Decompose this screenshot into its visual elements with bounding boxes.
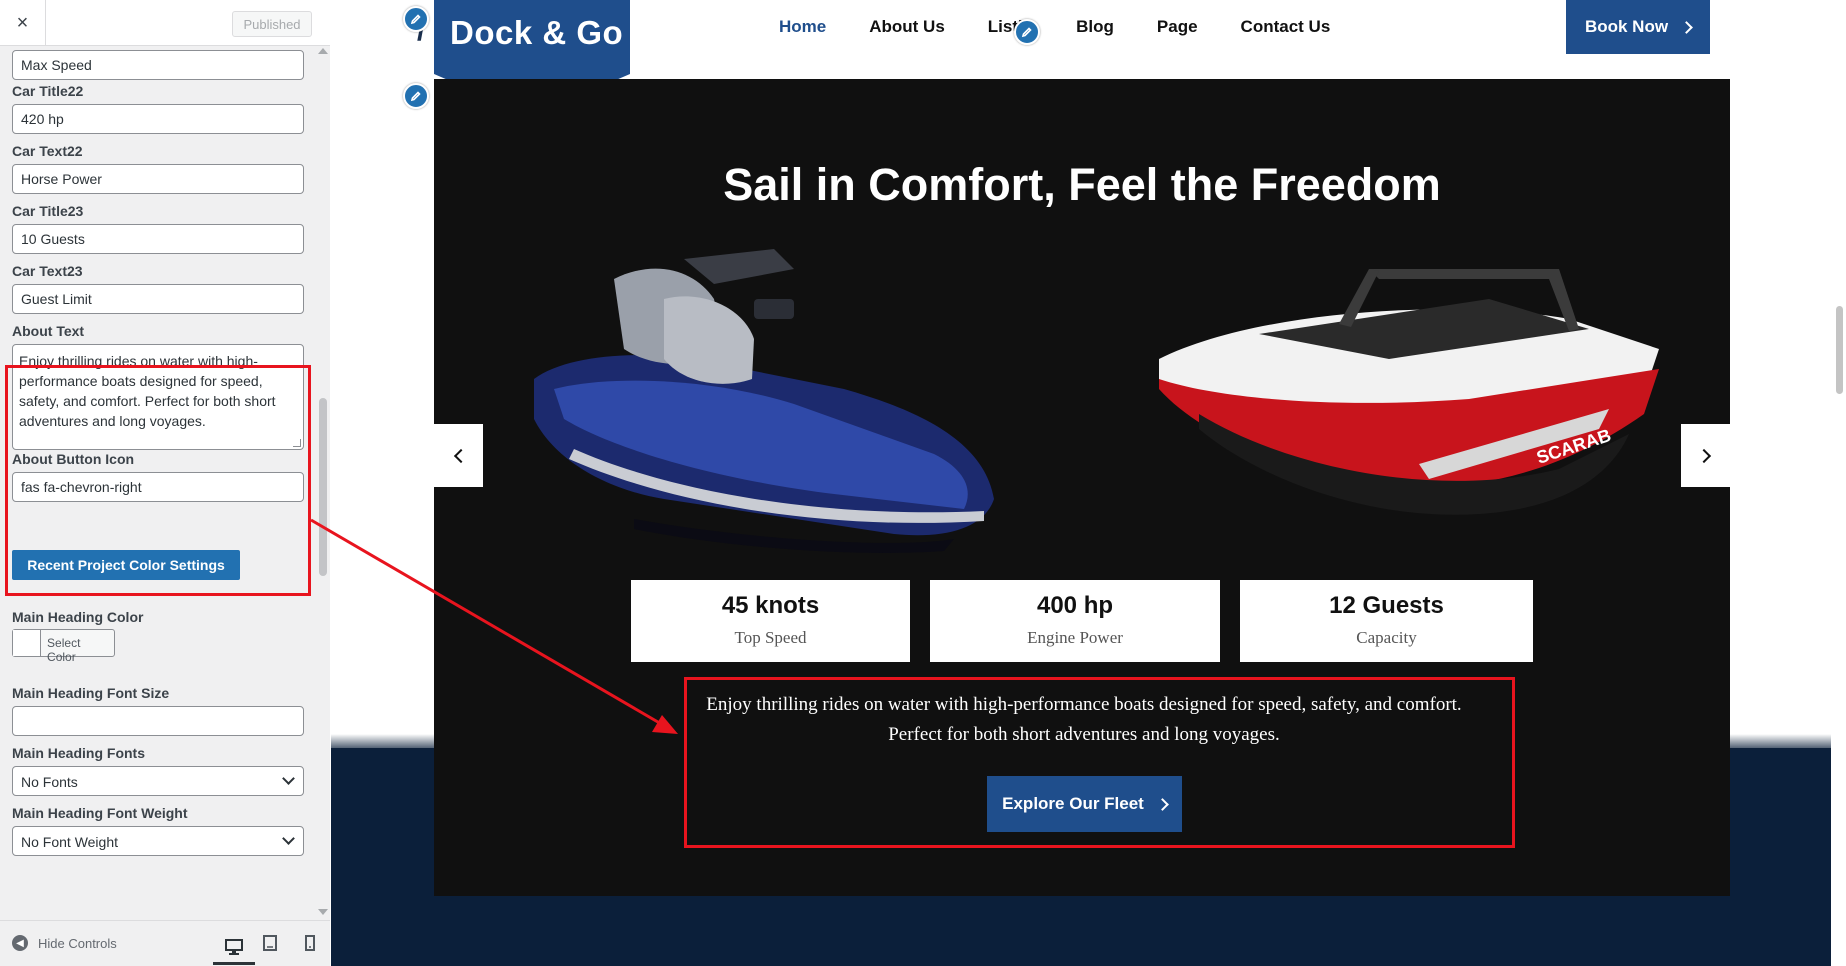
slider-prev-button[interactable] xyxy=(434,424,483,487)
edit-shortcut-pencil-icon[interactable] xyxy=(1014,19,1040,45)
select-color-label: Select Color xyxy=(47,636,81,664)
preview-scroll-thumb[interactable] xyxy=(1836,306,1843,394)
slider-next-button[interactable] xyxy=(1681,424,1730,487)
nav-home[interactable]: Home xyxy=(779,17,826,37)
car-text23-label: Car Text23 xyxy=(12,263,83,279)
stat-card: 400 hp Engine Power xyxy=(930,580,1220,662)
stat-value: 400 hp xyxy=(1036,592,1114,619)
customizer-footer: ◀ Hide Controls xyxy=(0,920,330,966)
nav-contact-us[interactable]: Contact Us xyxy=(1241,17,1331,37)
annotation-highlight-box xyxy=(5,365,311,596)
main-heading-color-label: Main Heading Color xyxy=(12,609,144,625)
scroll-up-arrow-icon[interactable] xyxy=(318,48,328,54)
car-title22-field[interactable] xyxy=(12,104,304,134)
hide-controls-label: Hide Controls xyxy=(38,935,117,951)
collapse-icon: ◀ xyxy=(12,935,28,951)
book-now-label: Book Now xyxy=(1584,17,1669,36)
close-icon[interactable]: × xyxy=(0,0,46,46)
color-picker-button[interactable]: Select Color xyxy=(12,629,115,664)
tablet-preview-icon[interactable] xyxy=(256,931,284,955)
main-heading-fonts-select[interactable]: No Fonts xyxy=(12,766,304,796)
scroll-down-arrow-icon[interactable] xyxy=(318,909,328,915)
speed-boat-image: SCARAB xyxy=(1159,269,1659,515)
stat-label: Capacity xyxy=(1356,628,1417,647)
site-logo[interactable]: Dock & Go xyxy=(450,14,623,52)
car-text22-field[interactable] xyxy=(12,164,304,194)
main-heading-font-weight-label: Main Heading Font Weight xyxy=(12,805,188,821)
sidebar-scroll-thumb[interactable] xyxy=(319,398,327,576)
car-title23-field[interactable] xyxy=(12,224,304,254)
chevron-right-icon xyxy=(1696,448,1711,463)
edit-shortcut-pencil-icon[interactable] xyxy=(403,6,429,32)
customizer-header: × Published xyxy=(0,0,330,46)
chevron-left-icon xyxy=(453,448,468,463)
max-speed-field[interactable] xyxy=(12,50,304,80)
car-text22-label: Car Text22 xyxy=(12,143,83,159)
color-swatch[interactable] xyxy=(13,630,42,656)
stat-card: 45 knots Top Speed xyxy=(631,580,910,662)
main-navigation: Home About Us Listin Blog Page Contact U… xyxy=(779,17,1373,37)
stat-value: 45 knots xyxy=(721,592,820,619)
nav-page[interactable]: Page xyxy=(1157,17,1198,37)
main-heading-font-size-field[interactable] xyxy=(12,706,304,736)
edit-shortcut-pencil-icon[interactable] xyxy=(403,83,429,109)
nav-about-us[interactable]: About Us xyxy=(869,17,945,37)
car-title22-label: Car Title22 xyxy=(12,83,84,99)
main-heading-fonts-label: Main Heading Fonts xyxy=(12,745,145,761)
chevron-right-icon xyxy=(1680,20,1693,34)
stat-label: Engine Power xyxy=(1027,628,1123,647)
car-text23-field[interactable] xyxy=(12,284,304,314)
hero-heading: Sail in Comfort, Feel the Freedom xyxy=(723,159,1441,210)
stat-label: Top Speed xyxy=(734,628,807,647)
main-heading-font-size-label: Main Heading Font Size xyxy=(12,685,170,701)
about-text-label: About Text xyxy=(12,323,85,339)
hide-controls-button[interactable]: ◀ Hide Controls xyxy=(12,935,117,951)
book-now-button[interactable]: Book Now xyxy=(1566,0,1710,54)
stat-value: 12 Guests xyxy=(1329,592,1444,619)
desktop-preview-icon[interactable] xyxy=(213,931,255,965)
jet-ski-image xyxy=(534,249,994,553)
main-heading-fonts-value: No Fonts xyxy=(21,774,78,790)
chevron-down-icon xyxy=(282,832,295,845)
stat-card: 12 Guests Capacity xyxy=(1240,580,1533,662)
main-heading-font-weight-select[interactable]: No Font Weight xyxy=(12,826,304,856)
annotation-highlight-box xyxy=(684,677,1515,848)
nav-blog[interactable]: Blog xyxy=(1076,17,1114,37)
published-button[interactable]: Published xyxy=(232,11,312,37)
mobile-preview-icon[interactable] xyxy=(296,931,324,955)
chevron-down-icon xyxy=(282,772,295,785)
car-title23-label: Car Title23 xyxy=(12,203,84,219)
main-heading-font-weight-value: No Font Weight xyxy=(21,834,119,850)
